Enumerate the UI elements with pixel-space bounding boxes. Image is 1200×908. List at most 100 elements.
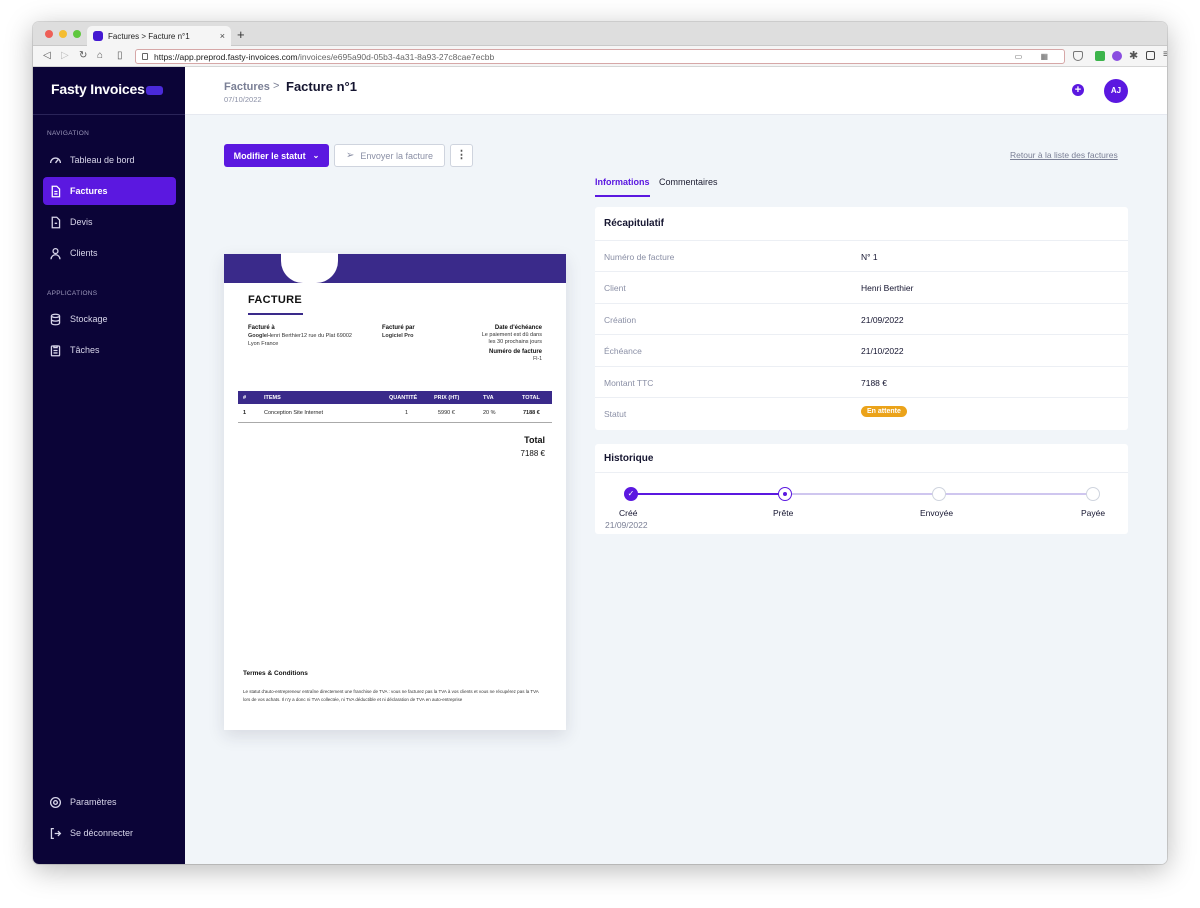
breadcrumb-parent[interactable]: Factures xyxy=(224,81,270,93)
extensions-puzzle-icon[interactable]: ✱ xyxy=(1129,49,1138,62)
sidebar-item-stockage[interactable]: Stockage xyxy=(43,305,176,333)
due-date-block: Date d'échéance Le paiement est dû dans … xyxy=(482,324,542,363)
extension-green-icon[interactable] xyxy=(1095,51,1105,61)
due-date-line1: Le paiement est dû dans xyxy=(481,332,542,338)
tab-informations[interactable]: Informations xyxy=(595,177,650,187)
summary-label: Client xyxy=(604,283,626,293)
timeline-pending-dot xyxy=(1086,487,1100,501)
url-path: /invoices/e695a90d-05b3-4a31-8a93-27c8ca… xyxy=(297,51,495,62)
menu-icon[interactable]: ≡ xyxy=(1163,49,1167,60)
invoice-number-label: Numéro de facture xyxy=(488,349,542,355)
send-invoice-button[interactable]: ➢ Envoyer la facture xyxy=(334,144,445,167)
summary-card: Récapitulatif Numéro de facture N° 1 Cli… xyxy=(595,207,1128,430)
tab-commentaires[interactable]: Commentaires xyxy=(659,177,718,187)
summary-value: 21/10/2022 xyxy=(861,346,904,356)
page-date: 07/10/2022 xyxy=(224,95,262,104)
back-to-list-link[interactable]: Retour à la liste des factures xyxy=(1010,150,1118,160)
clipboard-icon xyxy=(49,344,62,357)
row-vat: 20 % xyxy=(483,410,496,416)
app-root: Fasty Invoices NAVIGATION Tableau de bor… xyxy=(33,67,1167,864)
sidebar-item-parametres[interactable]: Paramètres xyxy=(43,788,176,816)
browser-window: Factures > Facture n°1 × + ◁ ▷ ↻ ⌂ ▯ htt… xyxy=(33,22,1167,864)
send-invoice-label: Envoyer la facture xyxy=(360,150,433,161)
sidebar-divider xyxy=(33,114,185,115)
sidebar-toggle-icon[interactable] xyxy=(1146,51,1155,60)
history-card: Historique ✓ Créé 21/09/2022 Prête Envoy… xyxy=(595,444,1128,534)
billed-to-company: Google xyxy=(248,333,267,339)
table-row: 1 Conception Site Internet 1 5990 € 20 %… xyxy=(238,404,552,423)
timeline-step-label: Payée xyxy=(1081,508,1106,518)
more-options-button[interactable]: ⋮ xyxy=(450,144,473,167)
modify-status-label: Modifier le statut xyxy=(233,150,306,161)
address-bar[interactable]: https://app.preprod.fasty-invoices.com/i… xyxy=(135,49,1065,64)
zoom-window-icon[interactable] xyxy=(73,30,81,38)
invoice-icon xyxy=(49,185,62,198)
url-host: https://app.preprod.fasty-invoices.com xyxy=(154,51,298,62)
sidebar: Fasty Invoices NAVIGATION Tableau de bor… xyxy=(33,67,185,864)
dashboard-icon xyxy=(49,154,62,167)
bookmark-icon[interactable]: ▯ xyxy=(117,50,123,61)
row-item: Conception Site Internet xyxy=(264,410,324,416)
invoice-number-value: FI-1 xyxy=(533,356,542,362)
invoice-title: FACTURE xyxy=(248,294,303,306)
history-title: Historique xyxy=(604,453,654,464)
sidebar-item-taches[interactable]: Tâches xyxy=(43,336,176,364)
summary-value: Henri Berthier xyxy=(861,283,914,293)
home-icon[interactable]: ⌂ xyxy=(97,50,103,61)
summary-value: 7188 € xyxy=(861,378,887,388)
avatar[interactable]: AJ xyxy=(1104,79,1128,103)
lock-icon xyxy=(142,53,148,60)
invoice-total-value: 7188 € xyxy=(520,449,545,458)
invoice-items-table: # ITEMS QUANTITÉ PRIX (HT) TVA TOTAL 1 C… xyxy=(238,391,552,423)
sidebar-item-devis[interactable]: Devis xyxy=(43,208,176,236)
timeline-current-dot xyxy=(778,487,792,501)
new-tab-button[interactable]: + xyxy=(237,27,245,42)
app-logo[interactable]: Fasty Invoices xyxy=(51,81,145,97)
history-divider xyxy=(595,472,1128,473)
extension-purple-icon[interactable] xyxy=(1112,51,1122,61)
back-arrow-icon[interactable]: ◁ xyxy=(43,50,51,61)
status-badge: En attente xyxy=(861,406,907,417)
add-icon[interactable]: + xyxy=(1072,84,1084,96)
col-quantity: QUANTITÉ xyxy=(389,395,418,401)
summary-label: Statut xyxy=(604,409,627,419)
col-index: # xyxy=(243,395,247,401)
browser-tab[interactable]: Factures > Facture n°1 × xyxy=(87,26,231,46)
sidebar-item-dashboard[interactable]: Tableau de bord xyxy=(43,146,176,174)
quote-icon xyxy=(49,216,62,229)
brave-shield-icon[interactable] xyxy=(1073,51,1083,61)
timeline-check-icon: ✓ xyxy=(624,487,638,501)
billed-by-block: Facturé par Logiciel Pro xyxy=(382,324,415,340)
chevron-down-icon: ⌄ xyxy=(312,151,320,160)
close-window-icon[interactable] xyxy=(45,30,53,38)
summary-value: 21/09/2022 xyxy=(861,315,904,325)
breadcrumb-separator-icon: > xyxy=(273,80,280,92)
database-icon xyxy=(49,313,62,326)
logo-badge-icon xyxy=(146,86,163,95)
invoice-title-underline xyxy=(248,313,303,315)
sidebar-item-clients[interactable]: Clients xyxy=(43,239,176,267)
favicon-icon xyxy=(93,31,103,41)
summary-label: Échéance xyxy=(604,346,642,356)
forward-arrow-icon[interactable]: ▷ xyxy=(61,50,69,61)
summary-label: Numéro de facture xyxy=(604,252,675,262)
tab-title: Factures > Facture n°1 xyxy=(108,31,190,41)
sidebar-item-label: Stockage xyxy=(70,314,108,324)
apps-section-label: APPLICATIONS xyxy=(47,290,98,297)
nav-section-label: NAVIGATION xyxy=(47,130,90,137)
sidebar-item-label: Se déconnecter xyxy=(70,828,134,838)
tab-close-icon[interactable]: × xyxy=(220,31,225,41)
minimize-window-icon[interactable] xyxy=(59,30,67,38)
sidebar-item-factures[interactable]: Factures xyxy=(43,177,176,205)
timeline-step-label: Créé xyxy=(619,508,638,518)
timeline-line-done xyxy=(631,493,785,495)
sidebar-item-label: Paramètres xyxy=(70,797,117,807)
sidebar-item-logout[interactable]: Se déconnecter xyxy=(43,819,176,847)
modify-status-button[interactable]: Modifier le statut ⌄ xyxy=(224,144,329,167)
col-price: PRIX (HT) xyxy=(434,395,460,401)
billed-by-value: Logiciel Pro xyxy=(382,333,414,339)
reload-icon[interactable]: ↻ xyxy=(79,50,87,61)
address-bar-actions-icon[interactable]: ▭ ▦ xyxy=(1015,52,1056,61)
browser-toolbar: ◁ ▷ ↻ ⌂ ▯ https://app.preprod.fasty-invo… xyxy=(33,46,1167,67)
gear-icon xyxy=(49,796,62,809)
